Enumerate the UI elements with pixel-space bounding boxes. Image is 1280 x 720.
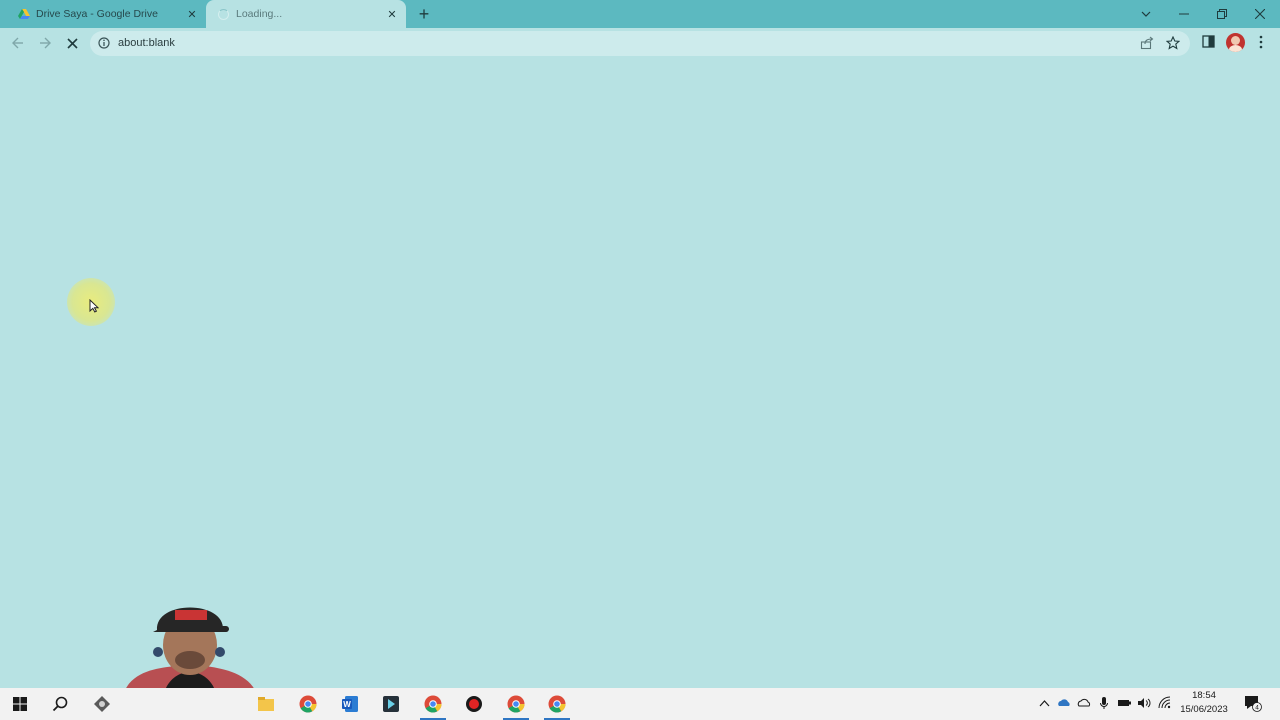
side-panel-icon[interactable] <box>1202 35 1215 48</box>
chrome-icon <box>548 695 566 713</box>
chrome-icon <box>507 695 525 713</box>
notification-count: 4 <box>1255 705 1259 712</box>
tab-title: Drive Saya - Google Drive <box>36 8 158 20</box>
more-vertical-icon[interactable] <box>1258 35 1264 49</box>
arrow-left-icon <box>12 37 23 49</box>
restore-icon <box>1217 9 1227 19</box>
address-bar[interactable]: about:blank <box>90 31 1190 56</box>
tab-strip: Drive Saya - Google Drive ✕ Loading... ✕… <box>0 0 1280 28</box>
mouse-pointer-icon <box>89 299 99 313</box>
forward-button[interactable] <box>34 32 56 54</box>
clock-time: 18:54 <box>1192 690 1216 701</box>
webcam-overlay <box>125 607 255 690</box>
loading-spinner-icon <box>218 8 229 20</box>
tab-close-button[interactable]: ✕ <box>184 6 200 22</box>
taskbar: W <box>0 688 1280 720</box>
search-icon <box>52 696 68 712</box>
taskbar-chrome-2[interactable] <box>414 688 452 720</box>
minimize-button[interactable] <box>1165 0 1203 28</box>
stop-loading-button[interactable] <box>61 32 83 54</box>
minimize-icon <box>1179 13 1189 15</box>
address-url: about:blank <box>118 37 175 49</box>
taskbar-app-2[interactable] <box>372 688 410 720</box>
arrow-right-icon <box>40 37 51 49</box>
notification-icon: 4 <box>1245 696 1262 712</box>
app-icon <box>94 696 110 712</box>
notification-center-button[interactable]: 4 <box>1244 694 1262 717</box>
svg-text:W: W <box>343 700 351 709</box>
back-button[interactable] <box>7 32 29 54</box>
restore-button[interactable] <box>1203 0 1241 28</box>
google-drive-icon <box>18 9 30 19</box>
share-icon[interactable] <box>1140 36 1154 50</box>
chrome-icon <box>299 695 317 713</box>
microphone-icon[interactable] <box>1099 696 1109 710</box>
file-explorer-icon <box>258 697 274 711</box>
chevron-up-icon[interactable] <box>1039 696 1050 710</box>
chrome-icon <box>424 695 442 713</box>
wifi-icon[interactable] <box>1158 696 1172 710</box>
start-button[interactable] <box>1 688 39 720</box>
taskbar-recorder[interactable] <box>455 688 493 720</box>
taskbar-clock[interactable]: 18:54 15/06/2023 <box>1172 689 1236 717</box>
taskbar-file-explorer[interactable] <box>247 688 285 720</box>
volume-icon[interactable] <box>1137 696 1152 710</box>
chevron-down-icon <box>1141 11 1151 17</box>
close-window-button[interactable] <box>1241 0 1279 28</box>
tab-title: Loading... <box>236 8 283 20</box>
clock-date: 15/06/2023 <box>1180 704 1228 715</box>
close-icon <box>1255 9 1265 19</box>
search-button[interactable] <box>41 688 79 720</box>
new-tab-button[interactable]: + <box>414 5 434 23</box>
close-icon <box>66 37 78 49</box>
browser-toolbar: about:blank <box>0 28 1280 59</box>
record-icon <box>466 696 482 712</box>
taskbar-chrome-4[interactable] <box>538 688 576 720</box>
star-icon[interactable] <box>1166 36 1180 50</box>
info-icon[interactable] <box>98 37 110 49</box>
taskbar-word[interactable]: W <box>331 688 369 720</box>
cloud-icon[interactable] <box>1077 696 1091 710</box>
battery-icon[interactable] <box>1117 696 1132 710</box>
taskbar-chrome-3[interactable] <box>497 688 535 720</box>
onedrive-icon[interactable] <box>1057 696 1071 710</box>
start-icon <box>13 697 27 711</box>
profile-avatar[interactable] <box>1226 33 1245 52</box>
tab-close-button[interactable]: ✕ <box>384 6 400 22</box>
tab-google-drive[interactable]: Drive Saya - Google Drive ✕ <box>10 0 206 28</box>
word-icon: W <box>342 696 358 712</box>
taskbar-app-1[interactable] <box>83 688 121 720</box>
tab-loading[interactable]: Loading... ✕ <box>206 0 406 28</box>
app-icon <box>383 696 399 712</box>
taskbar-chrome-1[interactable] <box>289 688 327 720</box>
tab-search-button[interactable] <box>1127 0 1165 28</box>
